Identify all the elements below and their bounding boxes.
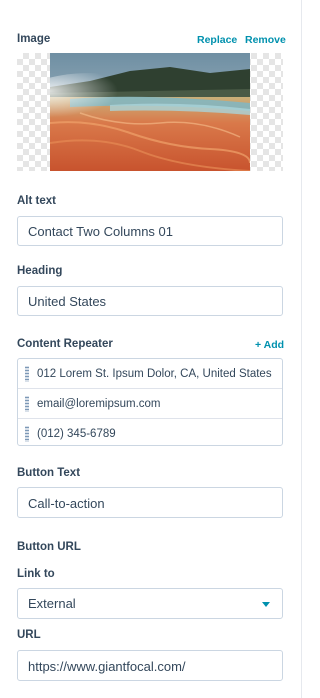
url-input[interactable]: https://www.giantfocal.com/ — [17, 650, 283, 681]
button-text-label: Button Text — [17, 467, 81, 479]
link-to-selected-value: External — [28, 596, 76, 611]
repeater-item[interactable]: (012) 345-6789 — [18, 419, 282, 448]
alt-text-input[interactable]: Contact Two Columns 01 — [17, 216, 283, 246]
replace-image-link[interactable]: Replace — [197, 34, 237, 46]
drag-handle-icon[interactable] — [25, 425, 29, 442]
repeater-item[interactable]: email@loremipsum.com — [18, 389, 282, 419]
link-to-select[interactable]: External — [17, 588, 283, 619]
alt-text-label: Alt text — [17, 195, 56, 207]
chevron-down-icon — [262, 602, 270, 607]
heading-label: Heading — [17, 265, 63, 277]
repeater-item[interactable]: 012 Lorem St. Ipsum Dolor, CA, United St… — [18, 359, 282, 389]
repeater-item-text: (012) 345-6789 — [37, 427, 116, 440]
content-repeater-list: 012 Lorem St. Ipsum Dolor, CA, United St… — [17, 358, 283, 446]
content-repeater-label: Content Repeater — [17, 338, 113, 350]
button-text-input[interactable]: Call-to-action — [17, 487, 283, 518]
add-repeater-item-link[interactable]: + Add — [255, 339, 284, 351]
module-editor-panel: Image Replace Remove Alt text Contact Tw… — [0, 0, 302, 698]
remove-image-link[interactable]: Remove — [245, 34, 286, 46]
drag-handle-icon[interactable] — [25, 395, 29, 412]
hot-spring-landscape-image — [50, 53, 250, 171]
image-preview[interactable] — [17, 53, 283, 171]
repeater-item-text: email@loremipsum.com — [37, 397, 161, 410]
button-url-label: Button URL — [17, 541, 81, 553]
link-to-label: Link to — [17, 568, 55, 580]
drag-handle-icon[interactable] — [25, 365, 29, 382]
image-label: Image — [17, 33, 51, 45]
heading-input[interactable]: United States — [17, 286, 283, 316]
repeater-item-text: 012 Lorem St. Ipsum Dolor, CA, United St… — [37, 367, 272, 380]
url-label: URL — [17, 629, 41, 641]
